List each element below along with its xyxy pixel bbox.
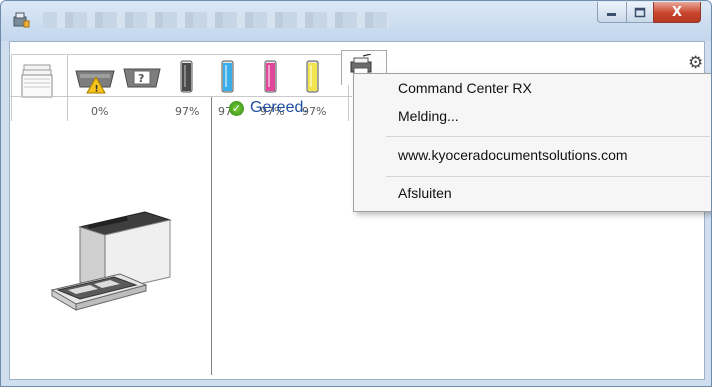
close-icon: X (671, 4, 683, 20)
menu-item-afsluiten[interactable]: Afsluiten (398, 185, 452, 201)
toolbar-separator (10, 96, 352, 97)
toner-warning-icon[interactable]: ! (74, 61, 118, 95)
menu-item-melding[interactable]: Melding... (398, 108, 459, 124)
paper-tab[interactable] (11, 54, 66, 121)
menu-separator (386, 136, 710, 137)
pane-divider[interactable] (211, 97, 212, 375)
toner-cyan-icon[interactable] (221, 60, 235, 94)
unknown-status-icon[interactable]: ? (122, 63, 162, 93)
menu-item-command-center[interactable]: Command Center RX (398, 80, 532, 96)
status-monitor-window: X ! 0% ? 97% 97% 97% ⚙ ✓ Gereed. Command… (0, 0, 712, 387)
maximize-icon (634, 7, 646, 17)
paper-stack-icon (21, 64, 53, 98)
settings-gear-icon[interactable]: ⚙ (688, 53, 708, 73)
printer-image (50, 211, 172, 311)
svg-text:?: ? (138, 72, 144, 85)
toner-black-icon[interactable] (180, 60, 194, 94)
toner-black-level: 0% (91, 105, 109, 118)
toner-yellow-icon[interactable] (306, 60, 320, 94)
ready-check-icon: ✓ (229, 100, 244, 116)
maximize-button[interactable] (626, 2, 654, 23)
status-indicator: ✓ Gereed. (229, 99, 308, 117)
menu-item-website[interactable]: www.kyoceradocumentsolutions.com (398, 147, 628, 163)
minimize-button[interactable] (597, 2, 627, 23)
svg-text:!: ! (95, 85, 99, 95)
close-button[interactable]: X (653, 2, 701, 23)
status-text: Gereed. (250, 99, 308, 116)
window-title-blurred (43, 12, 389, 28)
toner-magenta-icon[interactable] (264, 60, 278, 94)
app-icon (13, 12, 30, 28)
title-bar[interactable]: X (1, 1, 711, 41)
menu-separator (386, 176, 710, 177)
toner-level-black: 97% (175, 105, 200, 118)
minimize-icon (607, 13, 616, 16)
context-menu: Command Center RX Melding... www.kyocera… (353, 73, 711, 212)
